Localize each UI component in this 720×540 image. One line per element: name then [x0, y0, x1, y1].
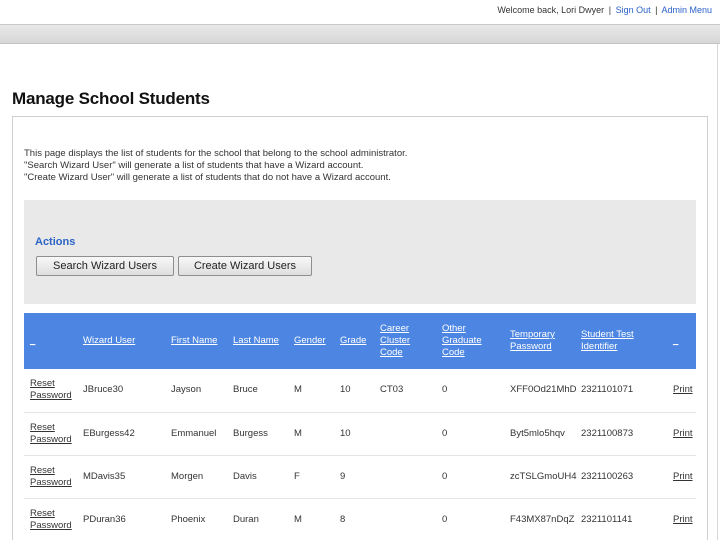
wizard-user-cell: PDuran36 [83, 513, 126, 525]
student-test-identifier-cell: 2321101071 [581, 384, 634, 396]
temporary-password-cell: F43MX87nDqZ [510, 513, 575, 525]
table-header-row: _ Wizard User First Name Last Name Gende… [24, 313, 696, 369]
description-line: "Create Wizard User" will generate a lis… [24, 172, 391, 183]
students-table: _ Wizard User First Name Last Name Gende… [24, 313, 696, 540]
actions-panel: Actions Search Wizard Users Create Wizar… [24, 200, 696, 304]
column-header-career-cluster-code[interactable]: Career Cluster Code [374, 313, 436, 369]
last-name-cell: Davis [233, 470, 257, 482]
other-graduate-code-cell: 0 [442, 513, 448, 525]
gender-cell: M [294, 427, 302, 439]
nav-bar [0, 24, 720, 44]
print-link[interactable]: Print [667, 498, 696, 540]
other-graduate-code-cell: 0 [442, 384, 448, 396]
student-test-identifier-cell: 2321100263 [581, 470, 634, 482]
last-name-cell: Bruce [233, 384, 258, 396]
reset-password-link[interactable]: Reset Password [24, 369, 77, 412]
admin-menu-link[interactable]: Admin Menu [661, 5, 712, 15]
grade-cell: 10 [340, 427, 351, 439]
create-wizard-users-button[interactable]: Create Wizard Users [178, 256, 312, 276]
column-header-grade[interactable]: Grade [334, 313, 374, 369]
table-row: Reset Password JBruce30 Jayson Bruce M 10 CT03… [24, 369, 696, 412]
table-body: Reset Password JBruce30 Jayson Bruce M 10 CT03… [24, 369, 696, 540]
description-line: "Search Wizard User" will generate a lis… [24, 160, 364, 171]
wizard-user-cell: EBurgess42 [83, 427, 135, 439]
gender-cell: M [294, 513, 302, 525]
reset-password-link[interactable]: Reset Password [24, 412, 77, 455]
user-welcome: Welcome back, Lori Dwyer | Sign Out | Ad… [497, 5, 712, 15]
search-wizard-users-button[interactable]: Search Wizard Users [36, 256, 174, 276]
grade-cell: 8 [340, 513, 346, 525]
sign-out-link[interactable]: Sign Out [616, 5, 651, 15]
page-title: Manage School Students [12, 89, 210, 108]
last-name-cell: Burgess [233, 427, 268, 439]
actions-title: Actions [35, 236, 76, 248]
column-header-wizard-user[interactable]: Wizard User [77, 313, 165, 369]
gender-cell: M [294, 384, 302, 396]
column-header-other-graduate-code[interactable]: Other Graduate Code [436, 313, 504, 369]
reset-password-link[interactable]: Reset Password [24, 455, 77, 498]
gender-cell: F [294, 470, 300, 482]
grade-cell: 9 [340, 470, 346, 482]
reset-password-link[interactable]: Reset Password [24, 498, 77, 540]
table-row: Reset Password EBurgess42 Emmanuel Burgess M… [24, 412, 696, 455]
column-header-print[interactable]: _ [667, 313, 696, 369]
page-border [717, 44, 718, 540]
other-graduate-code-cell: 0 [442, 427, 448, 439]
last-name-cell: Duran [233, 513, 259, 525]
temporary-password-cell: Byt5mlo5hqv [510, 427, 565, 439]
table-row: Reset Password MDavis35 Morgen Davis F 9 0 zcTS… [24, 455, 696, 498]
column-header-temporary-password[interactable]: Temporary Password [504, 313, 575, 369]
page-description: This page displays the list of students … [24, 148, 407, 184]
other-graduate-code-cell: 0 [442, 470, 448, 482]
first-name-cell: Phoenix [171, 513, 206, 525]
first-name-cell: Morgen [171, 470, 204, 482]
description-line: This page displays the list of students … [24, 148, 408, 159]
column-header-first-name[interactable]: First Name [165, 313, 227, 369]
table-row: Reset Password PDuran36 Phoenix Duran M 8 0 F43… [24, 498, 696, 540]
column-header-last-name[interactable]: Last Name [227, 313, 288, 369]
student-test-identifier-cell: 2321101141 [581, 513, 633, 525]
career-cluster-code-cell [374, 455, 436, 498]
first-name-cell: Jayson [171, 384, 202, 396]
temporary-password-cell: XFF0Od21MhD [510, 384, 577, 396]
wizard-user-cell: MDavis35 [83, 470, 126, 482]
first-name-cell: Emmanuel [171, 427, 217, 439]
grade-cell: 10 [340, 384, 351, 396]
column-header-sort[interactable]: _ [24, 313, 77, 369]
column-header-student-test-identifier[interactable]: Student Test Identifier [575, 313, 667, 369]
welcome-text: Welcome back, Lori Dwyer [497, 5, 605, 15]
print-link[interactable]: Print [667, 412, 696, 455]
print-link[interactable]: Print [667, 455, 696, 498]
separator: | [608, 5, 612, 15]
top-bar: Welcome back, Lori Dwyer | Sign Out | Ad… [0, 0, 720, 22]
temporary-password-cell: zcTSLGmoUH4 [510, 470, 577, 482]
column-header-gender[interactable]: Gender [288, 313, 334, 369]
career-cluster-code-cell [374, 412, 436, 455]
student-test-identifier-cell: 2321100873 [581, 427, 634, 439]
career-cluster-code-cell: CT03 [380, 384, 404, 396]
separator: | [655, 5, 658, 15]
career-cluster-code-cell [374, 498, 436, 540]
wizard-user-cell: JBruce30 [83, 384, 124, 396]
print-link[interactable]: Print [667, 369, 696, 412]
